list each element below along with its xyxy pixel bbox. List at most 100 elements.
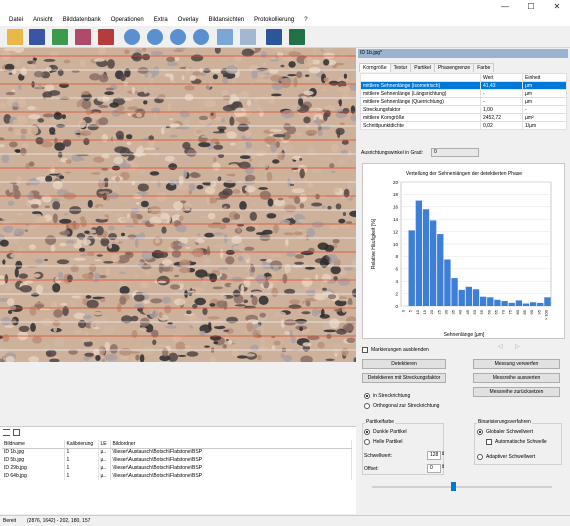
y-tick-label: 20 [393, 180, 399, 185]
menu-ansicht[interactable]: Ansicht [28, 17, 58, 23]
table-header-row: Bildname Kalibrierung LE Bildordner [2, 440, 352, 449]
markings-checkbox[interactable] [362, 347, 368, 353]
menu-overlay[interactable]: Overlay [173, 17, 204, 23]
menu-extra[interactable]: Extra [149, 17, 173, 23]
y-tick-label: 14 [393, 217, 399, 222]
image-import-icon[interactable] [52, 29, 68, 45]
x-tick-label: 10 [415, 309, 420, 314]
menu-protokollierung[interactable]: Protokollierung [249, 17, 299, 23]
table-row[interactable]: ID 1b.jpg 1 µ.. \\lieser\Austausch\Botsc… [2, 448, 352, 456]
row-name: mittlere Sehnenlänge (isometrisch) [360, 81, 481, 90]
light-particles-label: Helle Partikel [373, 439, 403, 445]
tab-korngroesse[interactable]: Korngröße [359, 63, 391, 72]
offset-label: Offset: [364, 466, 379, 472]
zoom-fit-icon[interactable] [170, 29, 186, 45]
image-view-icon[interactable] [217, 29, 233, 45]
x-tick-label: 15 [422, 309, 427, 314]
radio-orthogonal-label: Orthogonal zur Streckrichtung [373, 403, 440, 409]
cell-bildordner: \\lieser\Austausch\Botsch\Flatstone\BSP [110, 448, 352, 456]
angle-input[interactable]: 0 [431, 148, 479, 157]
results-row[interactable]: Streckungsfaktor 1,00 - [360, 105, 567, 114]
zoom-in-icon[interactable] [124, 29, 140, 45]
menu-bildansichten[interactable]: Bildansichten [203, 17, 249, 23]
histogram-bar [508, 302, 515, 306]
histogram-bar [501, 301, 508, 306]
y-tick-label: 16 [393, 205, 399, 210]
x-tick-label: > 100 [543, 309, 548, 320]
auto-threshold-checkbox[interactable] [486, 439, 492, 445]
threshold-slider-thumb[interactable] [451, 482, 456, 491]
close-button[interactable]: ✕ [544, 0, 570, 14]
x-tick-label: 35 [451, 309, 456, 314]
radio-global-threshold[interactable] [477, 429, 483, 435]
evaluate-series-button[interactable]: Messreihe auswerten [473, 373, 560, 383]
menu-operationen[interactable]: Operationen [106, 17, 149, 23]
offset-spinner-icon[interactable]: ⇕ [441, 464, 445, 470]
histogram-bar [437, 234, 444, 306]
results-row[interactable]: mittlere Sehnenlänge (isometrisch) 41,43… [360, 81, 567, 90]
histogram-bar [472, 289, 480, 306]
export-icon[interactable] [98, 29, 114, 45]
results-row[interactable]: mittlere Sehnenlänge (Längsrichtung) - µ… [360, 89, 567, 98]
image-grid-icon[interactable] [75, 29, 91, 45]
list-view-icon[interactable] [3, 429, 10, 436]
zoom-100-icon[interactable] [193, 29, 209, 45]
cell-le: µ.. [98, 448, 111, 456]
tab-phasengrenze[interactable]: Phasengrenze [433, 63, 475, 72]
col-le[interactable]: LE [98, 440, 111, 449]
microstructure-image[interactable] [0, 48, 356, 362]
threshold-input[interactable]: 128 [427, 451, 441, 460]
offset-input[interactable]: 0 [427, 464, 441, 473]
tab-textur[interactable]: Textur [389, 63, 412, 72]
results-row[interactable]: Schnittpunktdichte 0,02 1/µm [360, 121, 567, 130]
detect-button[interactable]: Detektieren [362, 359, 446, 369]
maximize-button[interactable]: ☐ [518, 0, 544, 14]
open-folder-icon[interactable] [7, 29, 23, 45]
radio-light-particles[interactable] [364, 439, 370, 445]
results-row[interactable]: mittlere Korngröße 2452,72 µm² [360, 113, 567, 122]
cell-bildname: ID 1b.jpg [2, 448, 65, 456]
col-kalibrierung[interactable]: Kalibrierung [64, 440, 99, 449]
results-row[interactable]: mittlere Sehnenlänge (Querrichtung) - µm [360, 97, 567, 106]
x-tick-label: 45 [465, 309, 470, 314]
minimize-button[interactable]: — [492, 0, 518, 14]
save-icon[interactable] [29, 29, 45, 45]
menu-help[interactable]: ? [299, 17, 312, 23]
table-row[interactable]: ID 29b.jpg 1 µ.. \\lieser\Austausch\Bots… [2, 464, 352, 472]
nav-next-icon[interactable]: ▷ [515, 343, 520, 350]
reset-series-button[interactable]: Messreihe zurücksetzen [473, 387, 560, 397]
detect-stretch-button[interactable]: Detektieren mit Streckungsfaktor [362, 373, 446, 383]
zoom-out-icon[interactable] [147, 29, 163, 45]
tab-farbe[interactable]: Farbe [473, 63, 495, 72]
radio-adaptive-threshold[interactable] [477, 454, 483, 460]
grid-view-icon[interactable] [13, 429, 20, 436]
radio-stretch-direction[interactable] [364, 393, 370, 399]
histogram-chart: Verteilung der Sehnenlängen der detektie… [362, 163, 565, 339]
image-table: Bildname Kalibrierung LE Bildordner ID 1… [2, 440, 352, 480]
table-row[interactable]: ID 5b.jpg 1 µ.. \\lieser\Austausch\Botsc… [2, 456, 352, 464]
col-bildname[interactable]: Bildname [2, 440, 65, 449]
radio-orthogonal[interactable] [364, 403, 370, 409]
radio-dark-particles[interactable] [364, 429, 370, 435]
y-tick-label: 10 [393, 242, 399, 247]
histogram-bar [444, 259, 451, 306]
nav-prev-icon[interactable]: ◁ [498, 343, 503, 350]
discard-measurement-button[interactable]: Messung verwerfen [473, 359, 560, 369]
adaptive-threshold-label: Adaptiver Schwellwert [486, 454, 536, 460]
x-tick-label: 60 [486, 309, 491, 314]
threshold-spinner-icon[interactable]: ⇕ [441, 451, 445, 457]
word-export-icon[interactable] [266, 29, 282, 45]
threshold-slider-track[interactable] [372, 486, 552, 488]
col-bildordner[interactable]: Bildordner [110, 440, 352, 449]
tab-partikel[interactable]: Partikel [410, 63, 435, 72]
row-value: 0,02 [480, 121, 523, 130]
table-row[interactable]: ID 64b.jpg 1 µ.. \\lieser\Austausch\Bots… [2, 472, 352, 480]
menu-datei[interactable]: Datei [4, 17, 28, 23]
menu-bilddatenbank[interactable]: Bilddatenbank [58, 17, 106, 23]
excel-export-icon[interactable] [289, 29, 305, 45]
row-value: - [480, 97, 523, 106]
cell-le: µ.. [98, 456, 111, 464]
microstructure-canvas[interactable] [0, 48, 356, 362]
image-compare-icon[interactable] [240, 29, 256, 45]
histogram-bar [479, 296, 487, 306]
